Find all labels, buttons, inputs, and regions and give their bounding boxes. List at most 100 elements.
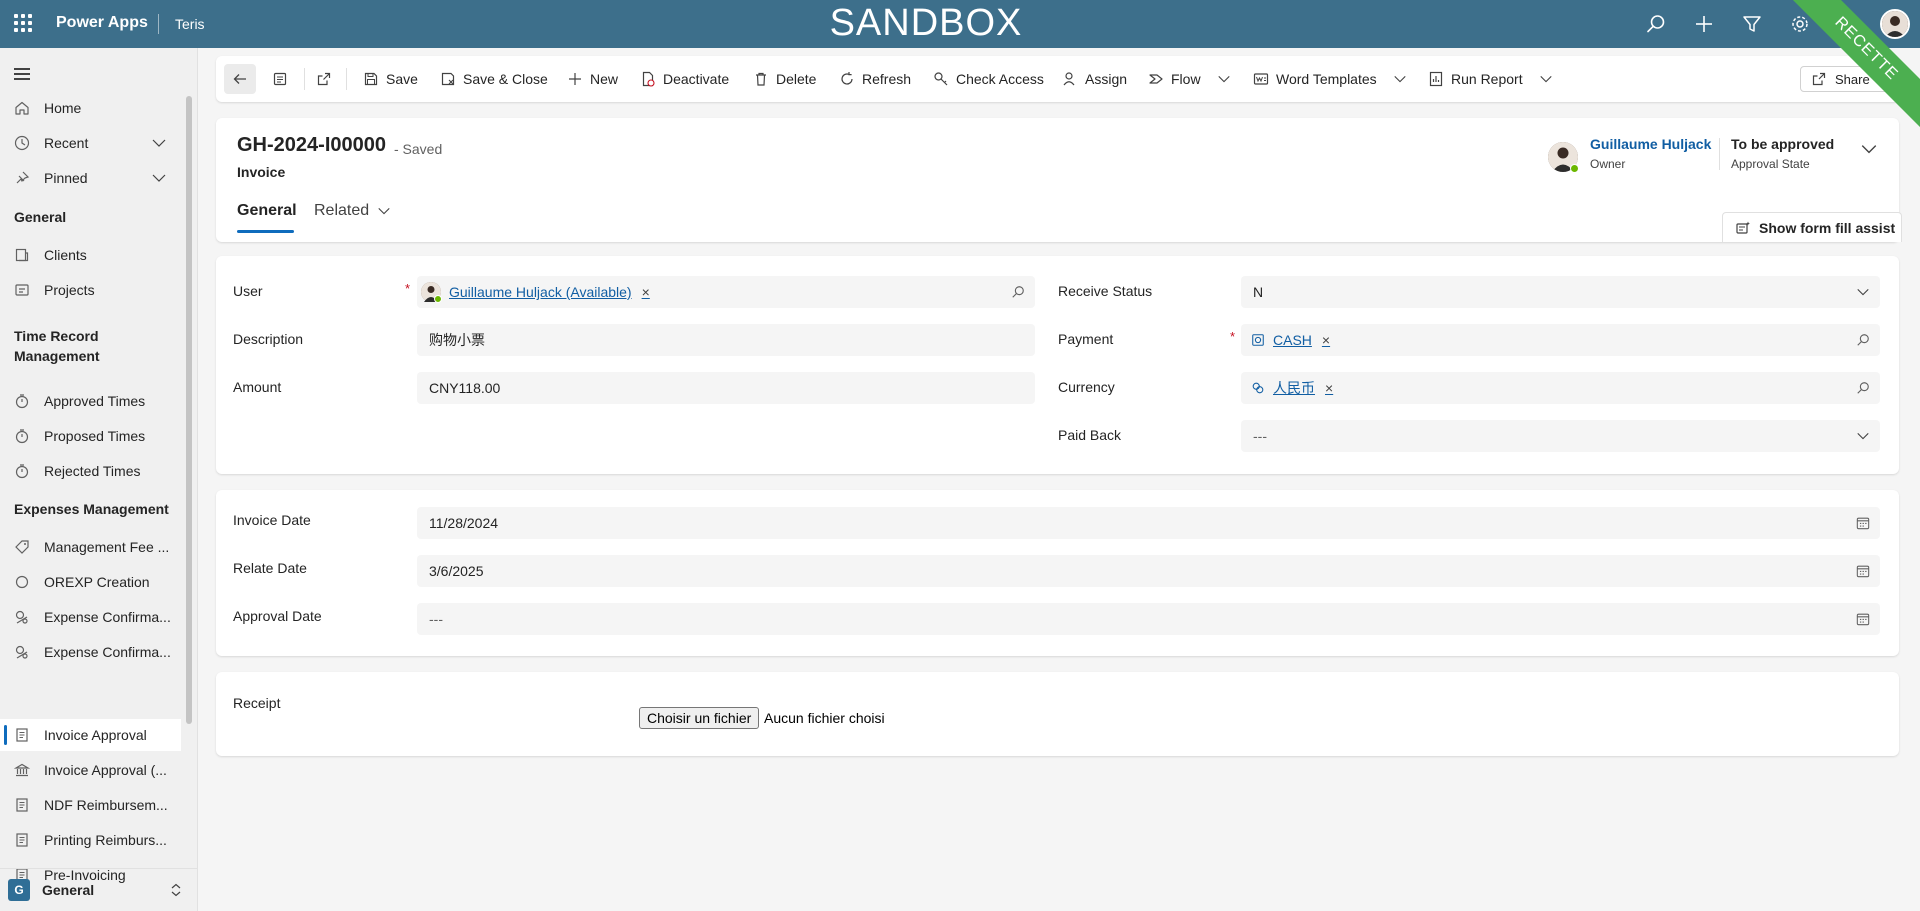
sidebar-item-rejected-times[interactable]: Rejected Times: [0, 455, 181, 487]
user-label: User: [233, 283, 263, 299]
tab-general[interactable]: General: [237, 202, 297, 220]
form-fill-assist-button[interactable]: Show form fill assist: [1722, 212, 1902, 242]
divider: [1719, 138, 1720, 170]
add-icon[interactable]: [1692, 12, 1716, 36]
sidebar-item-label: Proposed Times: [44, 428, 146, 444]
user-lookup-tag[interactable]: Guillaume Huljack (Available) ×: [449, 284, 650, 300]
assign-button[interactable]: Assign: [1062, 64, 1127, 94]
back-button[interactable]: [224, 64, 256, 94]
form-view-button[interactable]: [264, 64, 296, 94]
circle-icon: [14, 574, 30, 590]
approval-state-value: To be approved: [1731, 136, 1835, 152]
chevron-down-icon[interactable]: [1856, 429, 1870, 446]
delete-button[interactable]: Delete: [753, 64, 816, 94]
money-icon: [14, 609, 30, 625]
form-section-details: User * Guillaume Huljack (Available) × D…: [216, 256, 1899, 474]
search-icon[interactable]: [1011, 285, 1025, 302]
user-link[interactable]: Guillaume Huljack (Available): [449, 284, 632, 300]
sidebar-item-expense-confirmation-2[interactable]: Expense Confirma...: [0, 636, 181, 668]
sidebar-item-invoice-approval[interactable]: Invoice Approval: [0, 719, 181, 751]
save-close-icon: [441, 72, 455, 86]
divider: [346, 68, 347, 90]
calendar-icon[interactable]: [1856, 564, 1870, 581]
sidebar-scrollbar[interactable]: [186, 96, 192, 724]
sidebar-item-approved-times[interactable]: Approved Times: [0, 385, 181, 417]
check-access-button[interactable]: Check Access: [933, 64, 1044, 94]
description-input[interactable]: 购物小票: [417, 324, 1035, 356]
chevron-down-icon[interactable]: [151, 170, 167, 189]
area-switcher[interactable]: G General: [0, 868, 198, 911]
refresh-button[interactable]: Refresh: [839, 64, 911, 94]
tab-related[interactable]: Related: [314, 202, 391, 220]
currency-lookup-tag[interactable]: 人民币 ×: [1273, 378, 1333, 398]
payment-lookup-tag[interactable]: CASH ×: [1273, 332, 1330, 348]
sidebar-item-home[interactable]: Home: [0, 92, 181, 124]
receive-status-select[interactable]: N: [1241, 276, 1880, 308]
sidebar-item-label: Recent: [44, 135, 89, 151]
sidebar-item-label: Projects: [44, 282, 95, 298]
chevron-down-icon[interactable]: [1856, 285, 1870, 302]
sidebar-item-projects[interactable]: Projects: [0, 274, 181, 306]
save-button[interactable]: Save: [363, 64, 418, 94]
currency-label: Currency: [1058, 379, 1115, 395]
sidebar-item-label: Rejected Times: [44, 463, 141, 479]
flow-button[interactable]: Flow: [1148, 64, 1238, 94]
payment-link[interactable]: CASH: [1273, 332, 1312, 348]
remove-user-icon[interactable]: ×: [642, 284, 650, 300]
search-icon[interactable]: [1856, 333, 1870, 350]
sidebar-item-clients[interactable]: Clients: [0, 239, 181, 271]
record-title: GH-2024-I00000: [237, 134, 386, 156]
run-report-button[interactable]: Run Report: [1428, 64, 1560, 94]
sidebar-item-expense-confirmation-1[interactable]: Expense Confirma...: [0, 601, 181, 633]
deactivate-button[interactable]: Deactivate: [640, 64, 729, 94]
sidebar-item-invoice-approval-2[interactable]: Invoice Approval (...: [0, 754, 181, 786]
sidebar-item-label: OREXP Creation: [44, 574, 150, 590]
search-icon[interactable]: [1856, 381, 1870, 398]
open-new-window-button[interactable]: [308, 64, 340, 94]
amount-input[interactable]: CNY118.00: [417, 372, 1035, 404]
sidebar-item-pinned[interactable]: Pinned: [0, 162, 181, 194]
sidebar-item-printing-reimbursement[interactable]: Printing Reimburs...: [0, 824, 181, 856]
user-avatar[interactable]: [1880, 9, 1910, 39]
paid-back-select[interactable]: ---: [1241, 420, 1880, 452]
form-section-receipt: Receipt Choisir un fichier Aucun fichier…: [216, 672, 1899, 756]
presence-available-icon: [1570, 164, 1579, 173]
remove-payment-icon[interactable]: ×: [1322, 332, 1330, 348]
user-lookup-field[interactable]: Guillaume Huljack (Available) ×: [417, 276, 1035, 308]
calendar-icon[interactable]: [1856, 516, 1870, 533]
currency-link[interactable]: 人民币: [1273, 378, 1315, 398]
sidebar-item-orexp-creation[interactable]: OREXP Creation: [0, 566, 181, 598]
choose-file-button[interactable]: Choisir un fichier: [639, 707, 760, 729]
word-templates-button[interactable]: Word Templates: [1253, 64, 1414, 94]
save-close-button[interactable]: Save & Close: [440, 64, 548, 94]
invoice-date-input[interactable]: 11/28/2024: [417, 507, 1880, 539]
header-expand-chevron-icon[interactable]: [1860, 140, 1878, 161]
sidebar-item-label: Expense Confirma...: [44, 644, 171, 660]
chevron-down-icon[interactable]: [151, 135, 167, 154]
share-icon: [1812, 72, 1826, 86]
payment-lookup-field[interactable]: CASH ×: [1241, 324, 1880, 356]
search-icon[interactable]: [1644, 12, 1668, 36]
sidebar-item-recent[interactable]: Recent: [0, 127, 181, 159]
chevron-down-icon: [1217, 75, 1230, 83]
sidebar-item-label: Invoice Approval (...: [44, 762, 167, 778]
sidebar-item-proposed-times[interactable]: Proposed Times: [0, 420, 181, 452]
section-title-general: General: [14, 209, 67, 225]
chevron-up-down-icon[interactable]: [168, 882, 184, 901]
approval-date-input[interactable]: ---: [417, 603, 1880, 635]
description-label: Description: [233, 331, 304, 347]
relate-date-input[interactable]: 3/6/2025: [417, 555, 1880, 587]
filter-icon[interactable]: [1740, 12, 1764, 36]
sidebar-item-management-fee[interactable]: Management Fee ...: [0, 531, 181, 563]
clock-icon: [14, 135, 30, 151]
owner-name-link[interactable]: Guillaume Huljack: [1590, 136, 1711, 152]
calendar-icon[interactable]: [1856, 612, 1870, 629]
hamburger-menu-icon[interactable]: [14, 68, 30, 80]
money-icon: [14, 644, 30, 660]
currency-lookup-field[interactable]: 人民币 ×: [1241, 372, 1880, 404]
remove-currency-icon[interactable]: ×: [1325, 380, 1333, 396]
document-icon: [14, 797, 30, 813]
sidebar-item-ndf-reimbursement[interactable]: NDF Reimbursem...: [0, 789, 181, 821]
new-button[interactable]: New: [567, 64, 618, 94]
open-in-new-icon: [317, 72, 331, 86]
